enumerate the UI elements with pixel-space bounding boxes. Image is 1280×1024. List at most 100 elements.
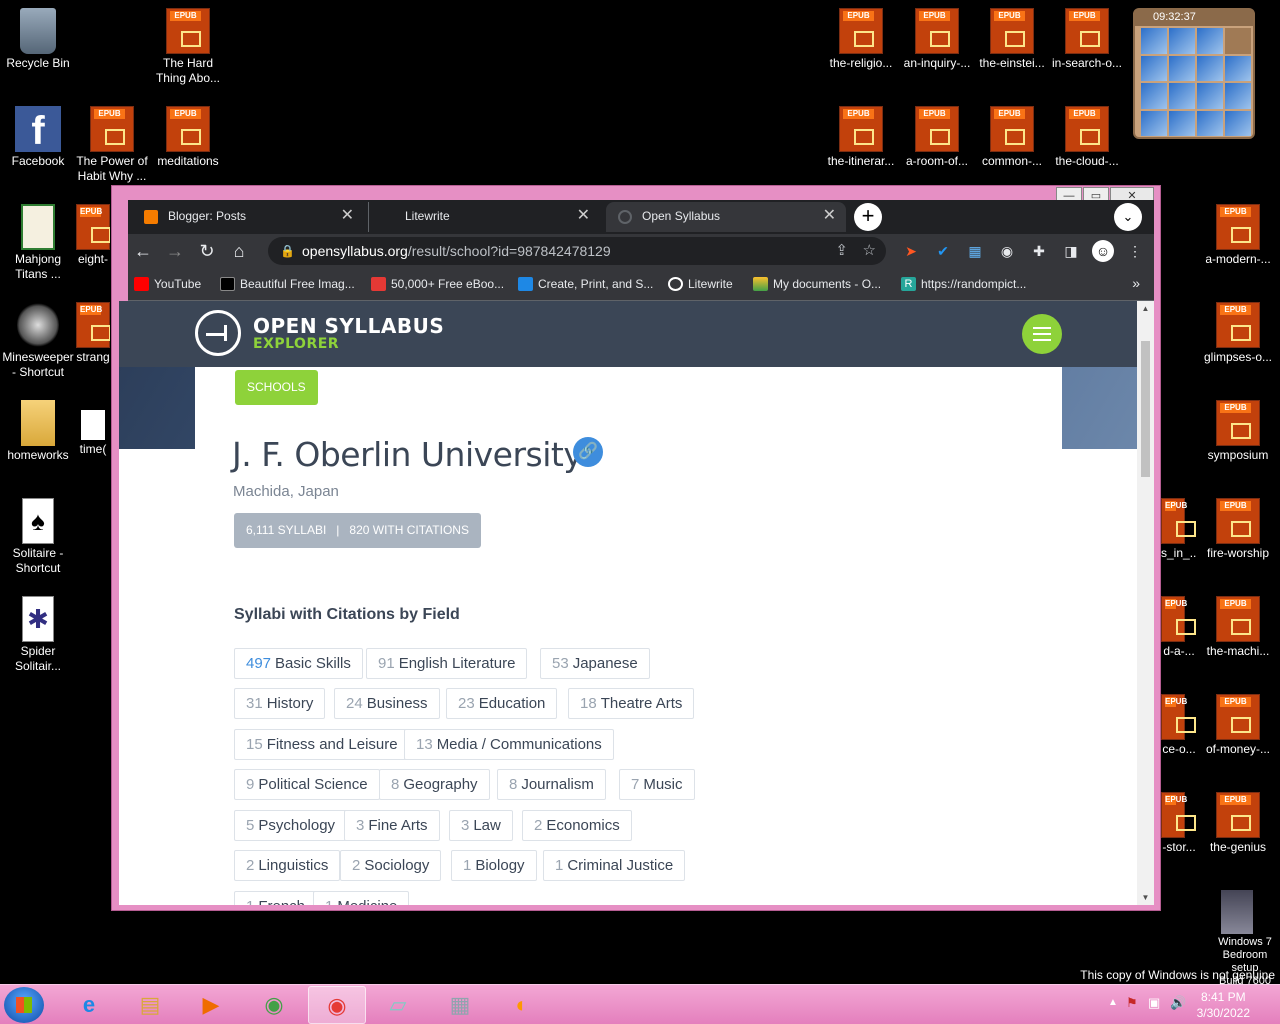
- tab-close-icon[interactable]: ✕: [823, 202, 836, 230]
- field-chip[interactable]: 8 Journalism: [497, 769, 606, 800]
- tab-search-button[interactable]: ⌄: [1114, 203, 1142, 231]
- desktop-icon-epub[interactable]: common-...: [974, 106, 1050, 169]
- address-bar[interactable]: 🔒 opensyllabus.org/result/school?id=9878…: [268, 237, 886, 265]
- schools-pill[interactable]: SCHOOLS: [235, 370, 318, 405]
- field-chip[interactable]: 1 Criminal Justice: [543, 850, 686, 881]
- forward-icon[interactable]: →: [162, 238, 188, 264]
- chrome-profile-b-icon[interactable]: ◉: [245, 986, 303, 1024]
- field-chip[interactable]: 13 Media / Communications: [404, 729, 614, 760]
- open-syllabus-logo-icon[interactable]: [195, 310, 241, 356]
- check-extension-icon[interactable]: ◉: [996, 240, 1018, 262]
- field-chip[interactable]: 53 Japanese: [540, 648, 650, 679]
- home-icon[interactable]: ⌂: [226, 238, 252, 264]
- media-player-icon[interactable]: ▶: [182, 986, 240, 1024]
- tab-blogger[interactable]: Blogger: Posts ✕: [132, 202, 364, 232]
- field-chip[interactable]: 8 Geography: [379, 769, 490, 800]
- field-chip[interactable]: 2 Linguistics: [234, 850, 341, 881]
- desktop-icon-epub[interactable]: -stor...: [1161, 792, 1197, 855]
- logo-subtitle[interactable]: EXPLORER: [253, 336, 339, 352]
- desktop-icon-epub[interactable]: The Power of Habit Why ...: [74, 106, 150, 184]
- uc-browser-icon[interactable]: ◐: [493, 986, 551, 1024]
- desktop-icon-win7-setup[interactable]: [1202, 890, 1272, 936]
- desktop-icon-epub[interactable]: The Hard Thing Abo...: [150, 8, 226, 86]
- link-icon[interactable]: 🔗: [573, 437, 603, 467]
- volume-icon[interactable]: 🔊: [1170, 995, 1186, 1011]
- desktop-icon-epub[interactable]: ce-o...: [1161, 694, 1197, 757]
- field-chip[interactable]: 2 Economics: [522, 810, 632, 841]
- chrome-active-icon[interactable]: ◉: [308, 986, 366, 1024]
- field-chip[interactable]: 18 Theatre Arts: [568, 688, 695, 719]
- scroll-up-icon[interactable]: ▲: [1137, 304, 1154, 313]
- kebab-menu-icon[interactable]: ⋮: [1124, 240, 1146, 262]
- new-tab-button[interactable]: +: [854, 203, 882, 231]
- desktop-icon-epub[interactable]: the-einstei...: [974, 8, 1050, 71]
- tab-litewrite[interactable]: Litewrite ✕: [368, 202, 600, 232]
- profile-avatar[interactable]: ☺: [1092, 240, 1114, 262]
- field-chip[interactable]: 5 Psychology: [234, 810, 348, 841]
- grammar-extension-icon[interactable]: ✔: [932, 240, 954, 262]
- puzzle-grid[interactable]: [1141, 28, 1251, 136]
- notes-app-icon[interactable]: ▱: [369, 986, 427, 1024]
- bookmark-create-print[interactable]: Create, Print, and S...: [518, 276, 653, 292]
- sidepanel-icon[interactable]: ◨: [1060, 240, 1082, 262]
- desktop-icon-time[interactable]: time(: [76, 410, 110, 457]
- desktop-icon-solitaire[interactable]: ♠ Solitaire - Shortcut: [0, 498, 76, 576]
- desktop-icon-epub[interactable]: eight-: [76, 204, 110, 267]
- field-chip[interactable]: 9 Political Science: [234, 769, 380, 800]
- field-chip[interactable]: 3 Law: [449, 810, 513, 841]
- calculator-icon[interactable]: ▦: [431, 986, 489, 1024]
- desktop-icon-epub[interactable]: the-genius: [1198, 792, 1278, 855]
- clock[interactable]: 8:41 PM 3/30/2022: [1197, 989, 1250, 1021]
- field-chip[interactable]: 497 Basic Skills: [234, 648, 363, 679]
- action-center-flag-icon[interactable]: ⚑: [1126, 995, 1138, 1011]
- cursor-extension-icon[interactable]: ➤: [900, 240, 922, 262]
- desktop-icon-epub[interactable]: the-itinerar...: [823, 106, 899, 169]
- bookmark-free-images[interactable]: Beautiful Free Imag...: [220, 276, 355, 292]
- field-chip[interactable]: 1 Biology: [451, 850, 537, 881]
- bookmark-youtube[interactable]: YouTube: [134, 276, 201, 292]
- desktop-icon-epub[interactable]: the-cloud-...: [1049, 106, 1125, 169]
- share-icon[interactable]: ⇪: [835, 237, 848, 265]
- desktop-icon-spider[interactable]: ✱ Spider Solitair...: [0, 596, 76, 674]
- desktop-icon-epub[interactable]: of-money-...: [1198, 694, 1278, 757]
- field-chip[interactable]: 7 Music: [619, 769, 695, 800]
- scroll-down-icon[interactable]: ▼: [1137, 893, 1154, 902]
- desktop-icon-epub[interactable]: d-a-...: [1161, 596, 1197, 659]
- desktop-icon-epub[interactable]: strang: [76, 302, 110, 365]
- tab-close-icon[interactable]: ✕: [577, 202, 590, 230]
- reload-icon[interactable]: ↻: [194, 238, 220, 264]
- desktop-icon-recycle-bin[interactable]: Recycle Bin: [0, 8, 76, 71]
- bookmark-litewrite[interactable]: Litewrite: [668, 276, 733, 292]
- desktop-icon-epub[interactable]: a-modern-...: [1198, 204, 1278, 267]
- screenshot-extension-icon[interactable]: ▦: [964, 240, 986, 262]
- tray-expand-icon[interactable]: ▲: [1108, 997, 1118, 1008]
- desktop-icon-epub[interactable]: a-room-of...: [899, 106, 975, 169]
- star-icon[interactable]: ☆: [863, 237, 876, 265]
- file-explorer-icon[interactable]: ▤: [121, 986, 179, 1024]
- desktop-icon-mahjong[interactable]: Mahjong Titans ...: [0, 204, 76, 282]
- desktop-icon-epub[interactable]: symposium: [1198, 400, 1278, 463]
- field-chip[interactable]: 1 Medicine: [313, 891, 410, 905]
- logo-title[interactable]: OPEN SYLLABUS: [253, 315, 444, 337]
- desktop-icon-epub[interactable]: in-search-o...: [1049, 8, 1125, 71]
- network-icon[interactable]: ▣: [1148, 995, 1160, 1011]
- field-chip[interactable]: 24 Business: [334, 688, 440, 719]
- desktop-icon-epub[interactable]: meditations: [150, 106, 226, 169]
- tab-open-syllabus[interactable]: Open Syllabus ✕: [606, 202, 846, 232]
- scrollbar[interactable]: ▲ ▼: [1137, 301, 1154, 905]
- field-chip[interactable]: 1 French: [234, 891, 318, 905]
- desktop-icon-epub[interactable]: an-inquiry-...: [899, 8, 975, 71]
- desktop-icon-epub[interactable]: glimpses-o...: [1198, 302, 1278, 365]
- scrollbar-thumb[interactable]: [1141, 341, 1150, 477]
- back-icon[interactable]: ←: [130, 238, 156, 264]
- field-chip[interactable]: 23 Education: [446, 688, 558, 719]
- bookmarks-overflow-icon[interactable]: »: [1132, 275, 1140, 291]
- internet-explorer-icon[interactable]: e: [60, 986, 118, 1024]
- desktop-icon-facebook[interactable]: f Facebook: [0, 106, 76, 169]
- bookmark-random-pictures[interactable]: Rhttps://randompict...: [901, 276, 1026, 292]
- hamburger-menu-button[interactable]: [1022, 314, 1062, 354]
- desktop-icon-epub[interactable]: s_in_...: [1161, 498, 1197, 561]
- field-chip[interactable]: 2 Sociology: [340, 850, 442, 881]
- puzzle-clock-gadget[interactable]: 09:32:37: [1133, 8, 1255, 139]
- start-button[interactable]: [4, 987, 44, 1023]
